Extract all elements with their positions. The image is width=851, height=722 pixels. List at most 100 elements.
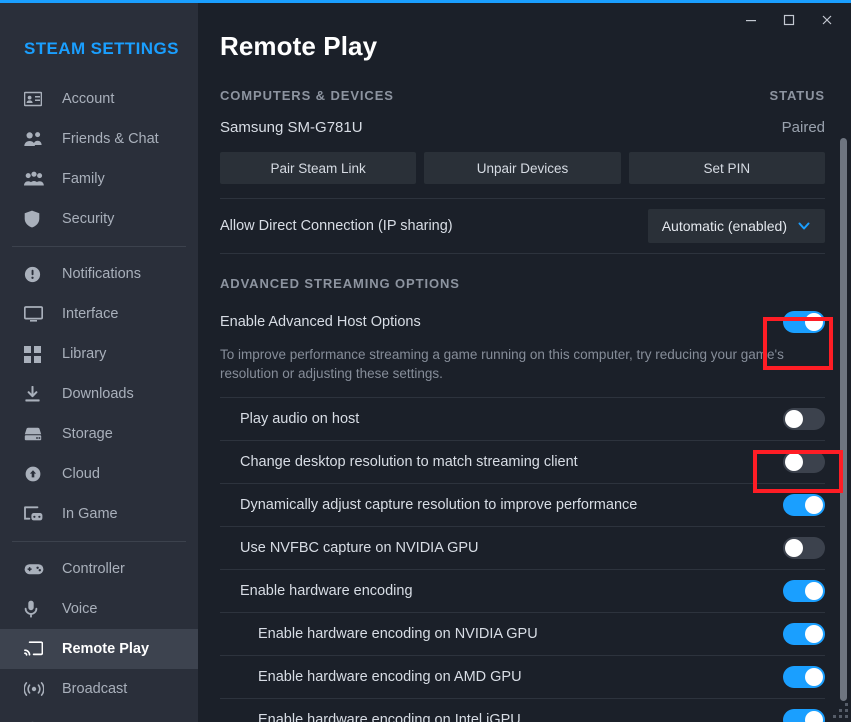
bell-icon [24, 264, 46, 284]
sidebar-item-remote-play[interactable]: Remote Play [0, 629, 198, 669]
sidebar-item-label: Voice [62, 601, 98, 617]
sidebar-item-label: Interface [62, 306, 119, 322]
broadcast-icon [24, 679, 46, 699]
sidebar-nav: Account Friends & Chat Family Security Notif… [0, 75, 198, 722]
toggle-knob [785, 539, 803, 557]
sidebar-item-storage[interactable]: Storage [0, 414, 198, 454]
enable-hardware-encoding-on-nvidia-gpu-toggle[interactable] [783, 623, 825, 645]
close-icon [822, 15, 832, 25]
sidebar-item-label: Broadcast [62, 681, 128, 697]
use-nvfbc-capture-on-nvidia-gpu-label: Use NVFBC capture on NVIDIA GPU [240, 540, 479, 556]
sidebar: STEAM SETTINGS Account Friends & Chat Fami… [0, 3, 198, 722]
toggle-knob [805, 711, 823, 722]
in-game-icon [24, 504, 46, 524]
window-controls [733, 3, 845, 37]
set-pin-button[interactable]: Set PIN [628, 152, 825, 184]
sidebar-item-cloud[interactable]: Cloud [0, 454, 198, 494]
gamepad-icon [24, 559, 46, 579]
pair-steam-link-button[interactable]: Pair Steam Link [220, 152, 417, 184]
use-nvfbc-capture-on-nvidia-gpu-toggle[interactable] [783, 537, 825, 559]
sidebar-item-downloads[interactable]: Downloads [0, 374, 198, 414]
sidebar-item-library[interactable]: Library [0, 334, 198, 374]
sidebar-item-label: Family [62, 171, 105, 187]
shield-icon [24, 209, 46, 229]
toggle-knob [805, 582, 823, 600]
enable-hardware-encoding-toggle[interactable] [783, 580, 825, 602]
play-audio-on-host-toggle[interactable] [783, 408, 825, 430]
sidebar-item-in-game[interactable]: In Game [0, 494, 198, 534]
toggle-knob [805, 625, 823, 643]
grid-icon [24, 344, 46, 364]
maximize-button[interactable] [771, 5, 807, 35]
close-button[interactable] [809, 5, 845, 35]
sidebar-item-label: Account [62, 91, 115, 107]
toggle-knob [805, 668, 823, 686]
maximize-icon [783, 14, 795, 26]
resize-grip[interactable] [832, 703, 848, 719]
sidebar-divider [12, 246, 186, 247]
enable-advanced-host-options-toggle[interactable] [783, 311, 825, 333]
download-icon [24, 384, 46, 404]
sidebar-item-music[interactable]: Music [0, 709, 198, 722]
toggle-knob [805, 496, 823, 514]
cloud-icon [24, 464, 46, 484]
play-audio-on-host-label: Play audio on host [240, 411, 360, 427]
dynamically-adjust-capture-resolution-to-improve-performance-toggle[interactable] [783, 494, 825, 516]
enable-hardware-encoding-on-amd-gpu-label: Enable hardware encoding on AMD GPU [258, 669, 522, 685]
chevron-down-icon [797, 219, 811, 233]
sidebar-item-label: Storage [62, 426, 113, 442]
advanced-section-header: ADVANCED STREAMING OPTIONS [220, 276, 825, 291]
enable-hardware-encoding-row: Enable hardware encoding [220, 570, 825, 612]
vertical-scrollbar-thumb[interactable] [840, 138, 847, 701]
sidebar-item-interface[interactable]: Interface [0, 294, 198, 334]
device-name: Samsung SM-G781U [220, 119, 363, 136]
sidebar-item-voice[interactable]: Voice [0, 589, 198, 629]
unpair-devices-button[interactable]: Unpair Devices [424, 152, 621, 184]
dynamically-adjust-capture-resolution-to-improve-performance-row: Dynamically adjust capture resolution to… [220, 484, 825, 526]
sidebar-item-label: Remote Play [62, 641, 150, 657]
sidebar-item-family[interactable]: Family [0, 159, 198, 199]
direct-connection-label: Allow Direct Connection (IP sharing) [220, 218, 453, 234]
sidebar-item-label: Library [62, 346, 107, 362]
toggle-knob [785, 410, 803, 428]
change-desktop-resolution-to-match-streaming-client-label: Change desktop resolution to match strea… [240, 454, 578, 470]
family-icon [24, 169, 46, 189]
sidebar-item-label: Downloads [62, 386, 134, 402]
change-desktop-resolution-to-match-streaming-client-toggle[interactable] [783, 451, 825, 473]
sidebar-item-friends-chat[interactable]: Friends & Chat [0, 119, 198, 159]
sidebar-item-controller[interactable]: Controller [0, 549, 198, 589]
sidebar-item-account[interactable]: Account [0, 79, 198, 119]
device-row: Samsung SM-G781U Paired [220, 119, 825, 152]
enable-advanced-host-options-label: Enable Advanced Host Options [220, 314, 421, 330]
settings-content: Remote Play COMPUTERS & DEVICES STATUS S… [198, 3, 851, 722]
device-status: Paired [781, 119, 825, 136]
id-card-icon [24, 89, 46, 109]
devices-heading: COMPUTERS & DEVICES [220, 88, 394, 103]
streaming-options-list: Play audio on host Change desktop resolut… [220, 397, 825, 722]
direct-connection-row: Allow Direct Connection (IP sharing) Aut… [220, 199, 825, 253]
enable-hardware-encoding-on-intel-igpu-toggle[interactable] [783, 709, 825, 722]
monitor-icon [24, 304, 46, 324]
sidebar-item-security[interactable]: Security [0, 199, 198, 239]
enable-hardware-encoding-on-nvidia-gpu-row: Enable hardware encoding on NVIDIA GPU [220, 613, 825, 655]
enable-hardware-encoding-on-intel-igpu-label: Enable hardware encoding on Intel iGPU [258, 712, 521, 722]
sidebar-item-broadcast[interactable]: Broadcast [0, 669, 198, 709]
steam-settings-window: STEAM SETTINGS Account Friends & Chat Fami… [0, 0, 851, 722]
enable-hardware-encoding-on-amd-gpu-row: Enable hardware encoding on AMD GPU [220, 656, 825, 698]
use-nvfbc-capture-on-nvidia-gpu-row: Use NVFBC capture on NVIDIA GPU [220, 527, 825, 569]
microphone-icon [24, 599, 46, 619]
drive-icon [24, 424, 46, 444]
sidebar-item-notifications[interactable]: Notifications [0, 254, 198, 294]
status-heading: STATUS [769, 88, 825, 103]
sidebar-item-label: In Game [62, 506, 118, 522]
enable-hardware-encoding-on-amd-gpu-toggle[interactable] [783, 666, 825, 688]
advanced-heading: ADVANCED STREAMING OPTIONS [220, 276, 460, 291]
enable-hardware-encoding-on-intel-igpu-row: Enable hardware encoding on Intel iGPU [220, 699, 825, 722]
direct-connection-dropdown[interactable]: Automatic (enabled) [647, 209, 825, 243]
main-panel: Remote Play COMPUTERS & DEVICES STATUS S… [198, 3, 851, 722]
cast-icon [24, 639, 46, 659]
minimize-button[interactable] [733, 5, 769, 35]
sidebar-item-label: Friends & Chat [62, 131, 159, 147]
advanced-description: To improve performance streaming a game … [220, 347, 784, 381]
enable-hardware-encoding-on-nvidia-gpu-label: Enable hardware encoding on NVIDIA GPU [258, 626, 538, 642]
